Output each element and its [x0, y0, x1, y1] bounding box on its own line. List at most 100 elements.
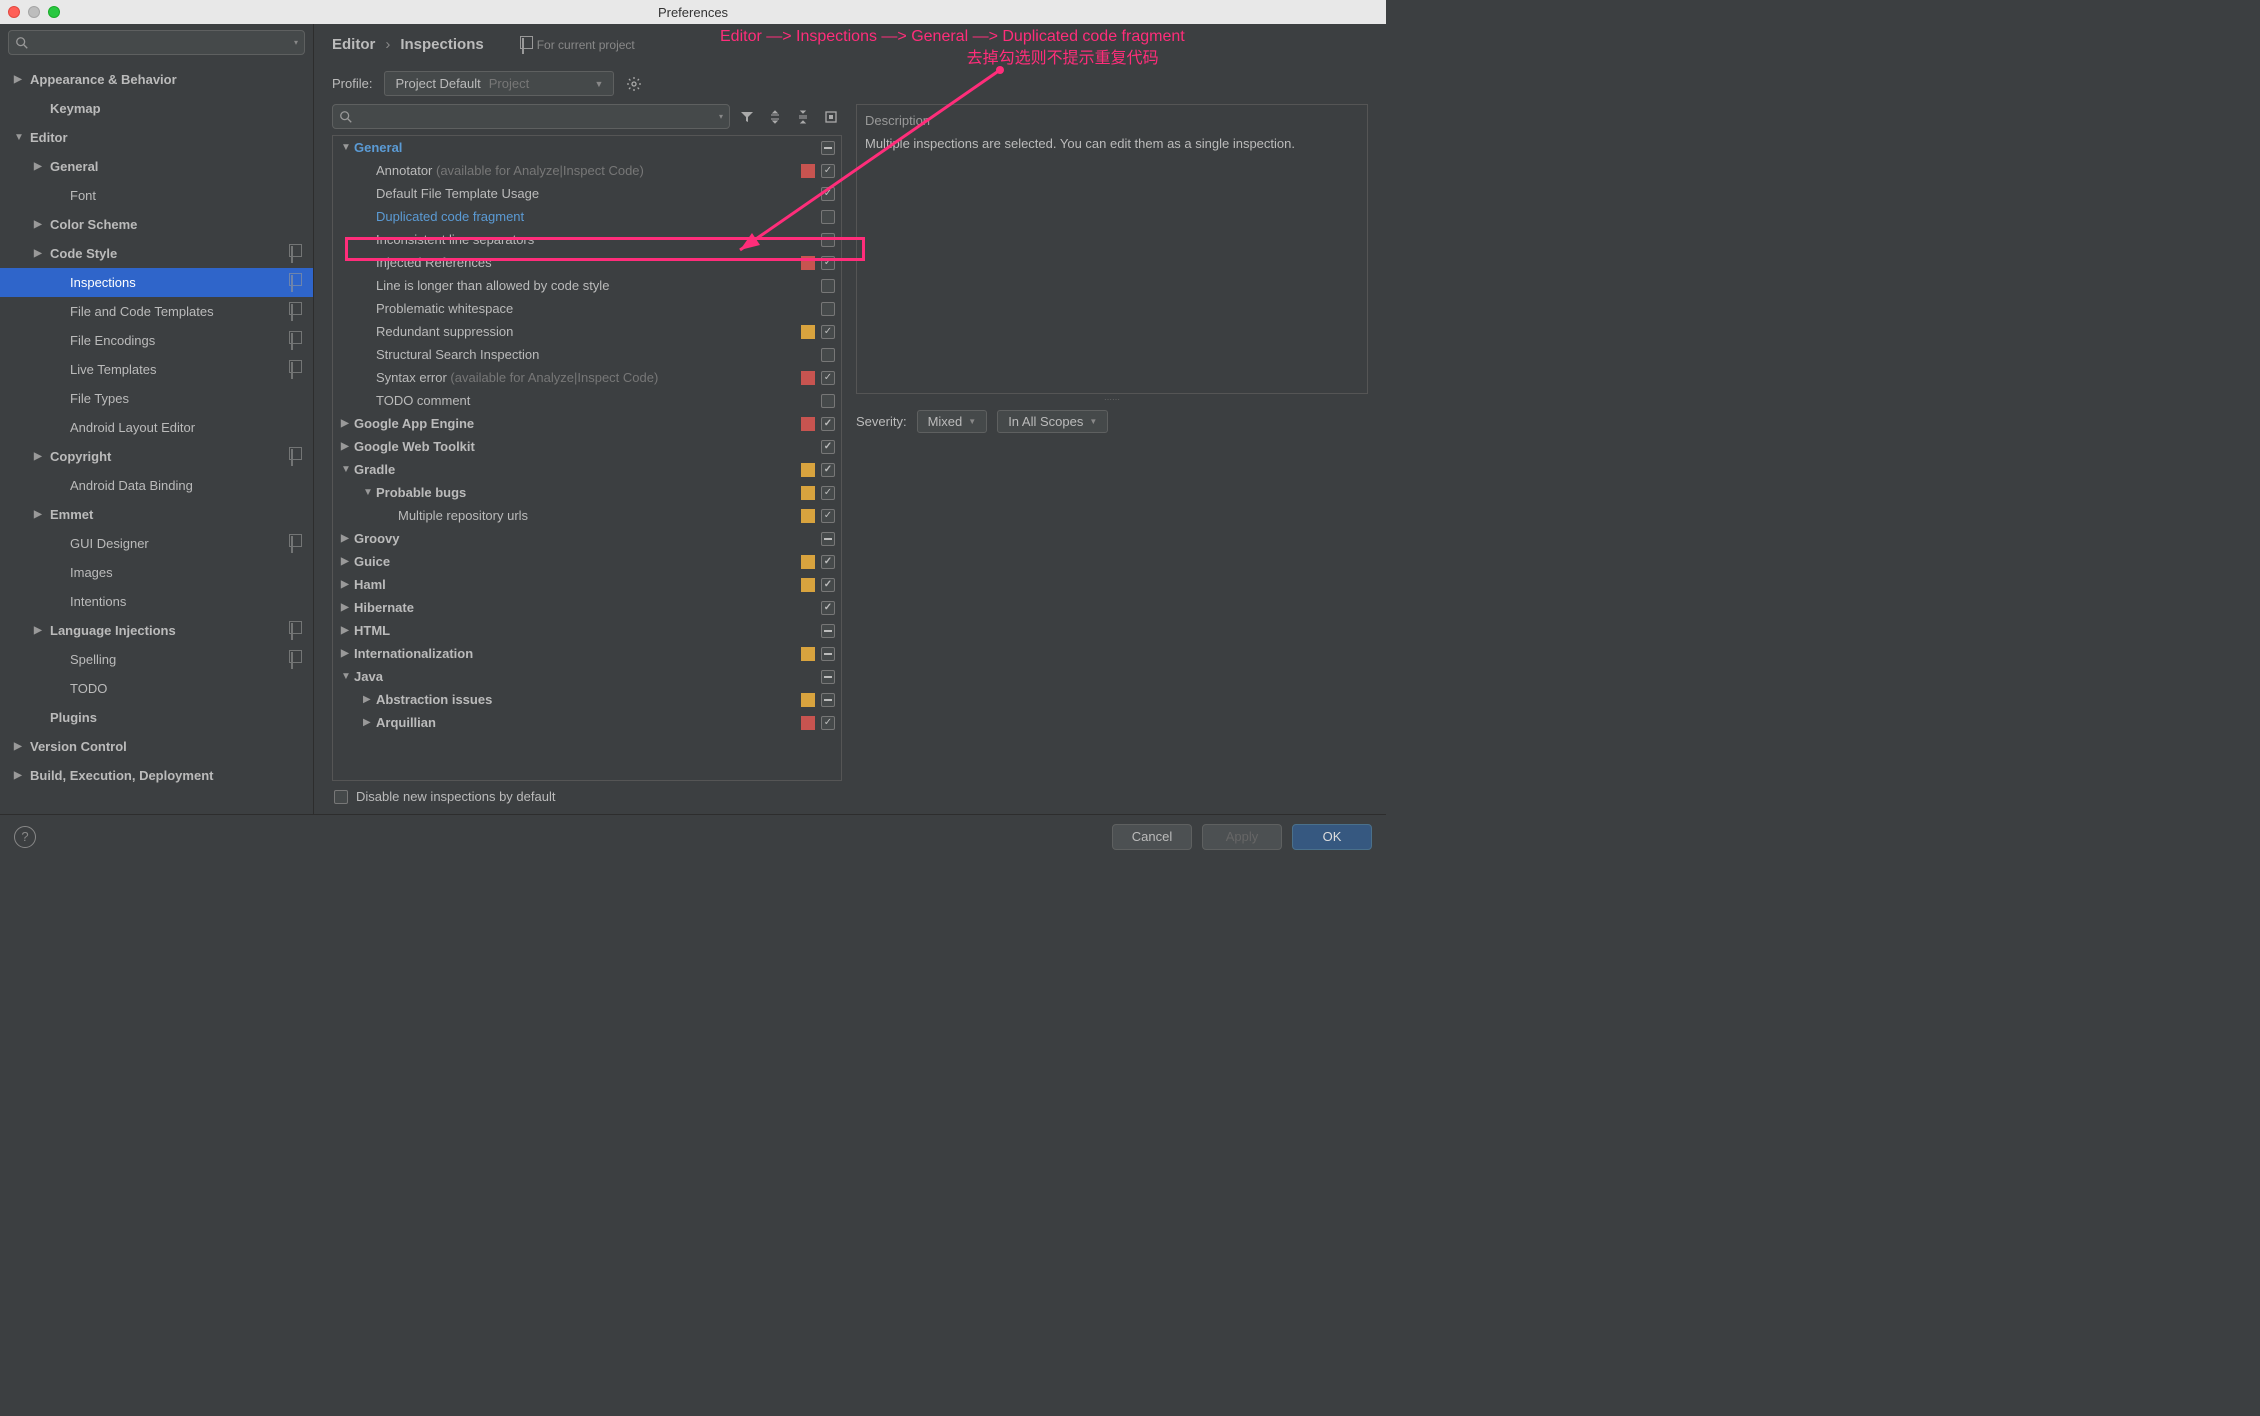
- scope-select[interactable]: In All Scopes▼: [997, 410, 1108, 433]
- inspection-html[interactable]: ▶HTML: [333, 619, 841, 642]
- inspection-checkbox[interactable]: [821, 440, 835, 454]
- inspection-checkbox[interactable]: [821, 302, 835, 316]
- inspection-checkbox[interactable]: [821, 394, 835, 408]
- sidebar-item-appearance-behavior[interactable]: ▶Appearance & Behavior: [0, 65, 313, 94]
- inspection-structural-search-inspection[interactable]: Structural Search Inspection: [333, 343, 841, 366]
- disable-new-inspections-checkbox[interactable]: [334, 790, 348, 804]
- sidebar-search-input[interactable]: [33, 36, 294, 50]
- inspection-checkbox[interactable]: [821, 670, 835, 684]
- inspection-gradle[interactable]: ▼Gradle: [333, 458, 841, 481]
- inspection-checkbox[interactable]: [821, 509, 835, 523]
- inspection-checkbox[interactable]: [821, 164, 835, 178]
- minimize-window-button[interactable]: [28, 6, 40, 18]
- sidebar-item-inspections[interactable]: Inspections: [0, 268, 313, 297]
- inspection-problematic-whitespace[interactable]: Problematic whitespace: [333, 297, 841, 320]
- inspection-groovy[interactable]: ▶Groovy: [333, 527, 841, 550]
- inspection-injected-references[interactable]: Injected References: [333, 251, 841, 274]
- inspection-checkbox[interactable]: [821, 348, 835, 362]
- sidebar-item-android-layout-editor[interactable]: Android Layout Editor: [0, 413, 313, 442]
- sidebar-item-images[interactable]: Images: [0, 558, 313, 587]
- inspection-google-app-engine[interactable]: ▶Google App Engine: [333, 412, 841, 435]
- inspection-inconsistent-line-separators[interactable]: Inconsistent line separators: [333, 228, 841, 251]
- inspection-checkbox[interactable]: [821, 578, 835, 592]
- sidebar-item-font[interactable]: Font: [0, 181, 313, 210]
- expand-all-icon[interactable]: [764, 106, 786, 128]
- resize-handle[interactable]: ⋯⋯: [856, 394, 1368, 404]
- inspection-abstraction-issues[interactable]: ▶Abstraction issues: [333, 688, 841, 711]
- sidebar-item-todo[interactable]: TODO: [0, 674, 313, 703]
- search-history-dropdown[interactable]: ▾: [719, 112, 723, 121]
- inspection-internationalization[interactable]: ▶Internationalization: [333, 642, 841, 665]
- gear-icon[interactable]: [626, 76, 642, 92]
- inspection-line-is-longer-than-allowed-by-code-style[interactable]: Line is longer than allowed by code styl…: [333, 274, 841, 297]
- filter-icon[interactable]: [736, 106, 758, 128]
- inspection-checkbox[interactable]: [821, 601, 835, 615]
- inspection-java[interactable]: ▼Java: [333, 665, 841, 688]
- inspection-checkbox[interactable]: [821, 325, 835, 339]
- sidebar-item-file-types[interactable]: File Types: [0, 384, 313, 413]
- inspection-checkbox[interactable]: [821, 210, 835, 224]
- inspection-checkbox[interactable]: [821, 486, 835, 500]
- inspection-checkbox[interactable]: [821, 256, 835, 270]
- sidebar-item-live-templates[interactable]: Live Templates: [0, 355, 313, 384]
- inspection-checkbox[interactable]: [821, 417, 835, 431]
- inspection-haml[interactable]: ▶Haml: [333, 573, 841, 596]
- severity-select[interactable]: Mixed▼: [917, 410, 988, 433]
- inspection-google-web-toolkit[interactable]: ▶Google Web Toolkit: [333, 435, 841, 458]
- inspection-checkbox[interactable]: [821, 647, 835, 661]
- sidebar-item-language-injections[interactable]: ▶Language Injections: [0, 616, 313, 645]
- inspection-arquillian[interactable]: ▶Arquillian: [333, 711, 841, 734]
- inspection-search-input[interactable]: [357, 110, 719, 124]
- inspection-checkbox[interactable]: [821, 371, 835, 385]
- inspection-checkbox[interactable]: [821, 463, 835, 477]
- sidebar-item-emmet[interactable]: ▶Emmet: [0, 500, 313, 529]
- inspection-checkbox[interactable]: [821, 532, 835, 546]
- sidebar-item-copyright[interactable]: ▶Copyright: [0, 442, 313, 471]
- inspection-annotator[interactable]: Annotator (available for Analyze|Inspect…: [333, 159, 841, 182]
- inspection-probable-bugs[interactable]: ▼Probable bugs: [333, 481, 841, 504]
- inspection-todo-comment[interactable]: TODO comment: [333, 389, 841, 412]
- search-history-dropdown[interactable]: ▾: [294, 38, 298, 47]
- sidebar-item-plugins[interactable]: Plugins: [0, 703, 313, 732]
- inspection-guice[interactable]: ▶Guice: [333, 550, 841, 573]
- inspection-multiple-repository-urls[interactable]: Multiple repository urls: [333, 504, 841, 527]
- inspection-checkbox[interactable]: [821, 693, 835, 707]
- inspection-default-file-template-usage[interactable]: Default File Template Usage: [333, 182, 841, 205]
- sidebar-item-file-encodings[interactable]: File Encodings: [0, 326, 313, 355]
- sidebar-item-build-execution-deployment[interactable]: ▶Build, Execution, Deployment: [0, 761, 313, 790]
- inspection-checkbox[interactable]: [821, 187, 835, 201]
- sidebar-item-intentions[interactable]: Intentions: [0, 587, 313, 616]
- inspection-checkbox[interactable]: [821, 233, 835, 247]
- inspection-hibernate[interactable]: ▶Hibernate: [333, 596, 841, 619]
- sidebar-item-general[interactable]: ▶General: [0, 152, 313, 181]
- sidebar-item-android-data-binding[interactable]: Android Data Binding: [0, 471, 313, 500]
- ok-button[interactable]: OK: [1292, 824, 1372, 850]
- close-window-button[interactable]: [8, 6, 20, 18]
- inspection-general[interactable]: ▼General: [333, 136, 841, 159]
- inspection-checkbox[interactable]: [821, 716, 835, 730]
- inspection-checkbox[interactable]: [821, 624, 835, 638]
- sidebar-item-editor[interactable]: ▼Editor: [0, 123, 313, 152]
- sidebar-item-gui-designer[interactable]: GUI Designer: [0, 529, 313, 558]
- sidebar-item-file-and-code-templates[interactable]: File and Code Templates: [0, 297, 313, 326]
- inspection-syntax-error[interactable]: Syntax error (available for Analyze|Insp…: [333, 366, 841, 389]
- sidebar-item-version-control[interactable]: ▶Version Control: [0, 732, 313, 761]
- sidebar-item-color-scheme[interactable]: ▶Color Scheme: [0, 210, 313, 239]
- inspection-search[interactable]: ▾: [332, 104, 730, 129]
- cancel-button[interactable]: Cancel: [1112, 824, 1192, 850]
- inspection-duplicated-code-fragment[interactable]: Duplicated code fragment: [333, 205, 841, 228]
- inspection-checkbox[interactable]: [821, 279, 835, 293]
- sidebar-search[interactable]: ▾: [8, 30, 305, 55]
- help-button[interactable]: ?: [14, 826, 36, 848]
- inspection-checkbox[interactable]: [821, 555, 835, 569]
- profile-select[interactable]: Project Default Project ▼: [384, 71, 614, 96]
- inspection-checkbox[interactable]: [821, 141, 835, 155]
- apply-button[interactable]: Apply: [1202, 824, 1282, 850]
- sidebar-item-code-style[interactable]: ▶Code Style: [0, 239, 313, 268]
- collapse-all-icon[interactable]: [792, 106, 814, 128]
- inspection-redundant-suppression[interactable]: Redundant suppression: [333, 320, 841, 343]
- sidebar-item-spelling[interactable]: Spelling: [0, 645, 313, 674]
- zoom-window-button[interactable]: [48, 6, 60, 18]
- sidebar-item-keymap[interactable]: Keymap: [0, 94, 313, 123]
- reset-icon[interactable]: [820, 106, 842, 128]
